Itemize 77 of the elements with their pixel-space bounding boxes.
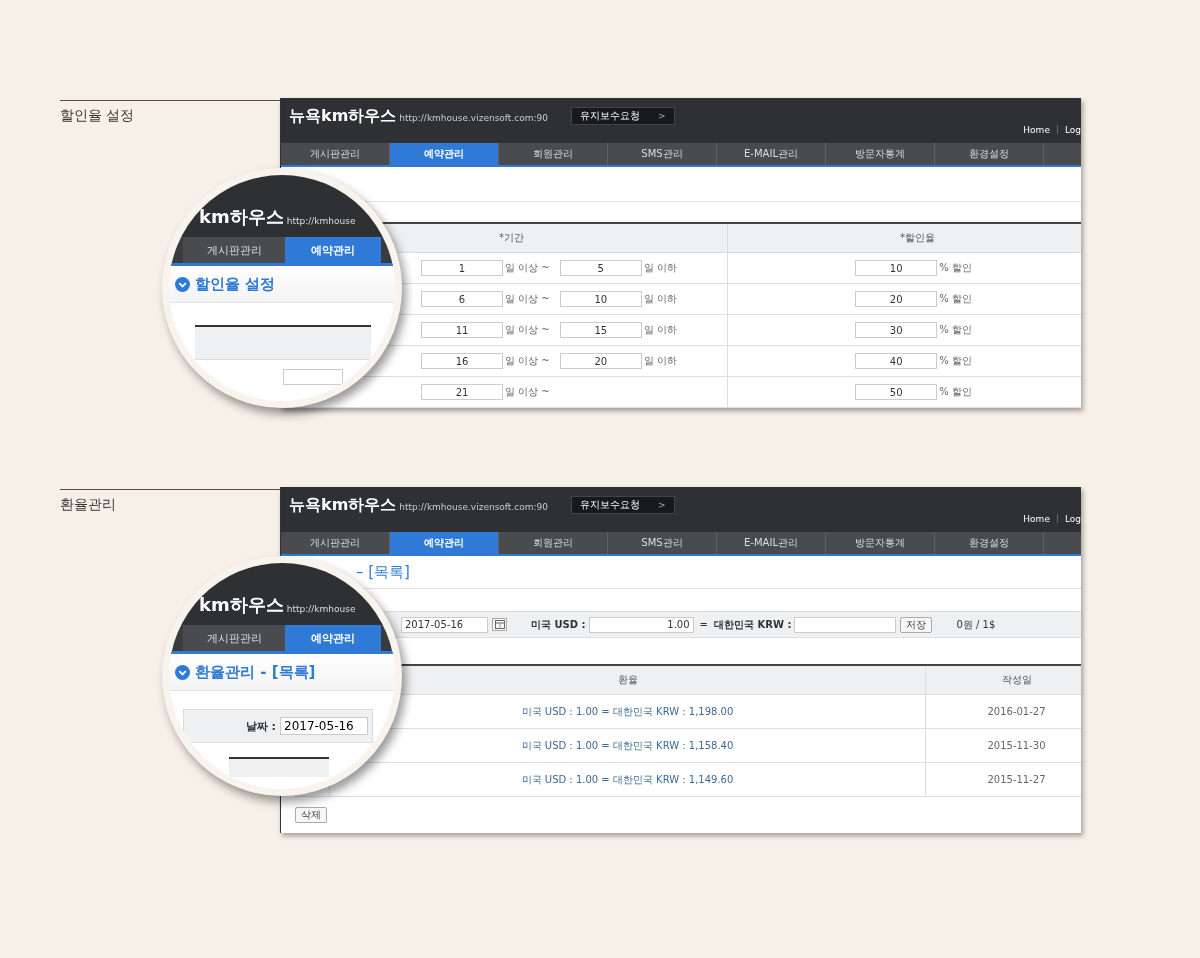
page-title: 환율관리 - [목록] (195, 662, 316, 682)
table-cell: 미국 USD : 1.00 = 대한민국 KRW : 1,149.60 (521, 772, 734, 787)
chevron-down-icon (175, 276, 190, 292)
save-button[interactable]: 저장 (900, 616, 933, 633)
table-cell: 2016-01-27 (987, 706, 1046, 717)
header-link[interactable]: Home (1023, 125, 1050, 135)
input-field[interactable]: 30 (855, 322, 938, 338)
input-field[interactable]: 10 (559, 291, 642, 307)
input-field[interactable]: 40 (855, 353, 938, 369)
nav-tab[interactable]: 예약관리 (285, 625, 381, 651)
equals-sign: = (699, 619, 708, 630)
site-logo: km하우스 (199, 593, 284, 617)
calendar-icon (494, 620, 505, 629)
rate-info: 0원 / 1$ (956, 617, 996, 632)
usd-field[interactable]: 1.00 (588, 616, 694, 633)
unit-label: 일 이상 ~ (505, 261, 550, 275)
unit-label: 일 이상 ~ (505, 354, 550, 368)
column-header: 작성일 (1000, 673, 1033, 687)
section-heading: 할인율 설정 (60, 107, 135, 125)
field-label: 미국 USD : (531, 617, 586, 632)
unit-label: 일 이상 ~ (505, 292, 550, 306)
field-label: 대한민국 KRW : (714, 617, 792, 632)
unit-label: 일 이상 ~ (505, 323, 550, 337)
date-field[interactable]: 2017-05-16 (280, 717, 368, 735)
nav-tab[interactable]: 예약관리 (390, 143, 499, 165)
input-field[interactable]: 6 (421, 291, 503, 307)
column-header: *할인율 (899, 231, 936, 245)
nav-tab[interactable]: 게시판관리 (183, 625, 285, 651)
table-cell: 2015-11-30 (987, 740, 1046, 751)
site-url: http://kmhouse (286, 216, 356, 226)
unit-label: % 할인 (939, 323, 972, 337)
field-label: 날짜 : (245, 718, 276, 734)
maintenance-button[interactable]: 유지보수요청 > (570, 496, 675, 514)
input-field[interactable] (283, 369, 343, 385)
unit-label: % 할인 (939, 385, 972, 399)
unit-label: 일 이하 (643, 261, 677, 275)
unit-label: % 할인 (939, 354, 972, 368)
table-cell: 미국 USD : 1.00 = 대한민국 KRW : 1,158.40 (521, 738, 734, 753)
site-url: http://kmhouse.vizensoft.com:90 (399, 112, 548, 123)
site-logo: km하우스 (199, 205, 284, 229)
unit-label: 일 이상 ~ (505, 385, 550, 399)
calendar-button[interactable] (492, 618, 507, 631)
delete-button[interactable]: 삭제 (295, 807, 327, 823)
section-heading: 환율관리 (60, 496, 116, 514)
nav-tab[interactable]: 게시판관리 (183, 237, 285, 263)
chevron-down-icon (175, 664, 190, 680)
maintenance-button[interactable]: 유지보수요청 > (570, 107, 675, 125)
site-url: http://kmhouse (286, 604, 356, 614)
input-field[interactable]: 16 (421, 353, 503, 369)
unit-label: 일 이하 (643, 292, 677, 306)
header-link[interactable]: Log (1064, 125, 1081, 135)
nav-tab[interactable]: 예약관리 (285, 237, 381, 263)
unit-label: % 할인 (939, 292, 972, 306)
date-field[interactable]: 2017-05-16 (401, 616, 488, 633)
input-field[interactable]: 20 (559, 353, 642, 369)
header-link[interactable]: Home (1023, 514, 1050, 524)
unit-label: 일 이하 (643, 354, 677, 368)
page-title: – [목록] (356, 562, 410, 582)
table-cell: 미국 USD : 1.00 = 대한민국 KRW : 1,198.00 (521, 704, 734, 719)
unit-label: % 할인 (939, 261, 972, 275)
krw-field[interactable] (794, 616, 897, 633)
header-link[interactable]: Log (1064, 514, 1081, 524)
input-field[interactable]: 15 (559, 322, 642, 338)
input-field[interactable]: 1 (421, 260, 503, 276)
unit-label: 일 이하 (643, 323, 677, 337)
input-field[interactable]: 11 (421, 322, 503, 338)
input-field[interactable]: 50 (855, 384, 938, 400)
site-logo: 뉴욕km하우스 (289, 494, 397, 516)
nav-tab[interactable]: 예약관리 (390, 532, 499, 554)
input-field[interactable]: 10 (855, 260, 938, 276)
input-field[interactable]: 5 (559, 260, 642, 276)
site-url: http://kmhouse.vizensoft.com:90 (399, 501, 548, 512)
input-field[interactable]: 20 (855, 291, 938, 307)
site-logo: 뉴욕km하우스 (289, 105, 397, 127)
table-cell: 2015-11-27 (987, 774, 1046, 785)
page-title: 할인율 설정 (195, 274, 276, 294)
input-field[interactable]: 21 (421, 384, 503, 400)
